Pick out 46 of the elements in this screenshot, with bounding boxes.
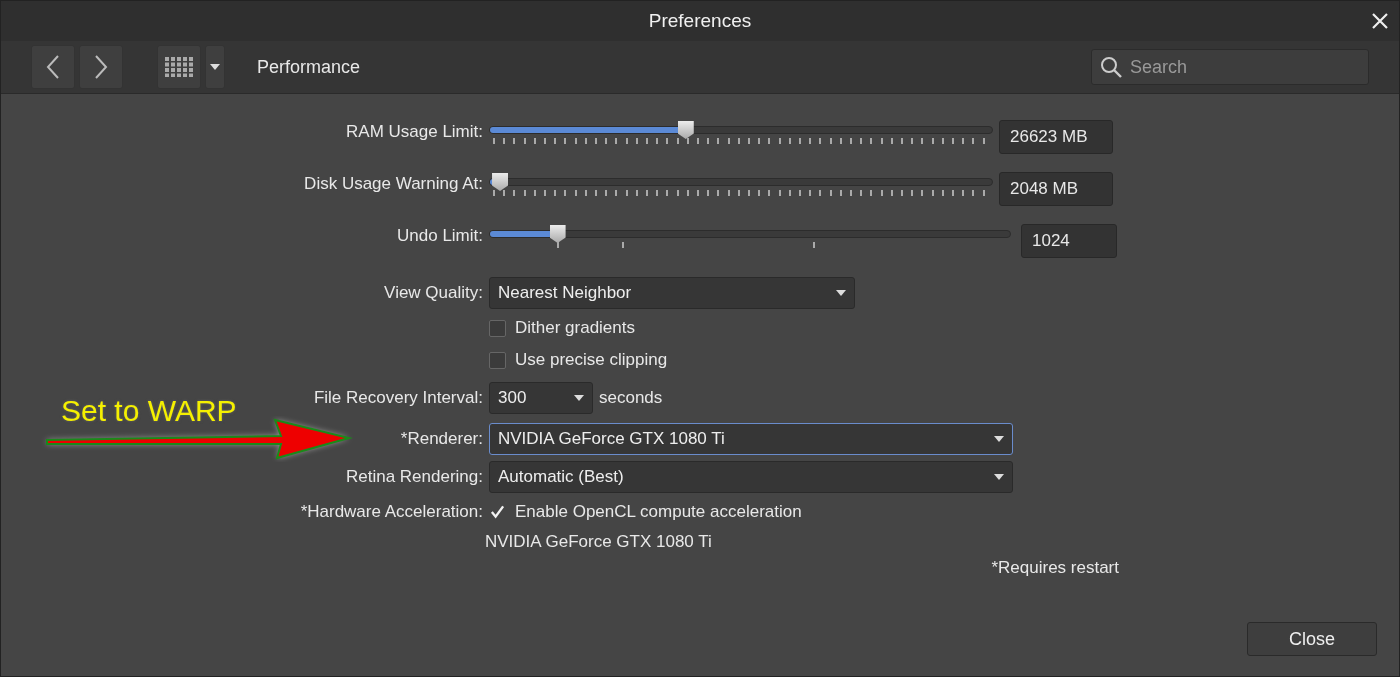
device-name: NVIDIA GeForce GTX 1080 Ti xyxy=(485,532,712,552)
checkbox[interactable] xyxy=(489,351,506,369)
checkbox[interactable] xyxy=(489,319,506,337)
value-field[interactable]: 26623 MB xyxy=(999,120,1113,154)
close-icon[interactable] xyxy=(1371,12,1389,30)
dropdown[interactable]: Automatic (Best) xyxy=(489,461,1013,493)
restart-note: *Requires restart xyxy=(991,558,1119,577)
grid-icon xyxy=(165,57,193,77)
chevron-right-icon xyxy=(94,55,108,79)
setting-label: File Recovery Interval: xyxy=(313,388,483,407)
setting-label: *Renderer: xyxy=(400,429,483,448)
checkbox-option[interactable]: Dither gradients xyxy=(489,318,635,338)
setting-label: Disk Usage Warning At: xyxy=(304,174,483,194)
grid-button[interactable] xyxy=(157,45,201,89)
setting-label: RAM Usage Limit: xyxy=(346,122,483,142)
setting-label: Undo Limit: xyxy=(397,226,483,246)
value-field[interactable]: 2048 MB xyxy=(999,172,1113,206)
chevron-left-icon xyxy=(46,55,60,79)
caret-icon xyxy=(994,436,1004,442)
back-button[interactable] xyxy=(31,45,75,89)
checkbox-option[interactable]: Use precise clipping xyxy=(489,350,668,370)
close-button[interactable]: Close xyxy=(1247,622,1377,656)
dropdown-button[interactable] xyxy=(205,45,225,89)
value-field[interactable]: 1024 xyxy=(1021,224,1117,258)
dropdown[interactable]: NVIDIA GeForce GTX 1080 Ti xyxy=(489,423,1013,455)
checkbox-option[interactable]: Enable OpenCL compute acceleration xyxy=(489,502,802,522)
search-icon xyxy=(1100,56,1122,78)
caret-icon xyxy=(210,64,220,70)
slider-thumb[interactable] xyxy=(492,173,509,191)
forward-button[interactable] xyxy=(79,45,123,89)
window-title: Preferences xyxy=(648,10,752,32)
dropdown[interactable]: Nearest Neighbor xyxy=(489,277,855,309)
unit-label: seconds xyxy=(599,388,663,408)
setting-label: View Quality: xyxy=(384,283,483,302)
page-title: Performance xyxy=(257,56,361,78)
search-field[interactable]: Search xyxy=(1091,49,1369,85)
annotation-text: Set to WARP xyxy=(61,394,237,428)
caret-icon xyxy=(994,474,1004,480)
setting-label: *Hardware Acceleration: xyxy=(300,502,483,521)
caret-icon xyxy=(836,290,846,296)
slider-thumb[interactable] xyxy=(549,225,566,243)
setting-label: Retina Rendering: xyxy=(345,467,483,486)
interval-dropdown[interactable]: 300 xyxy=(489,382,593,414)
checkbox[interactable] xyxy=(489,503,506,521)
slider-thumb[interactable] xyxy=(677,121,694,139)
caret-icon xyxy=(574,395,584,401)
